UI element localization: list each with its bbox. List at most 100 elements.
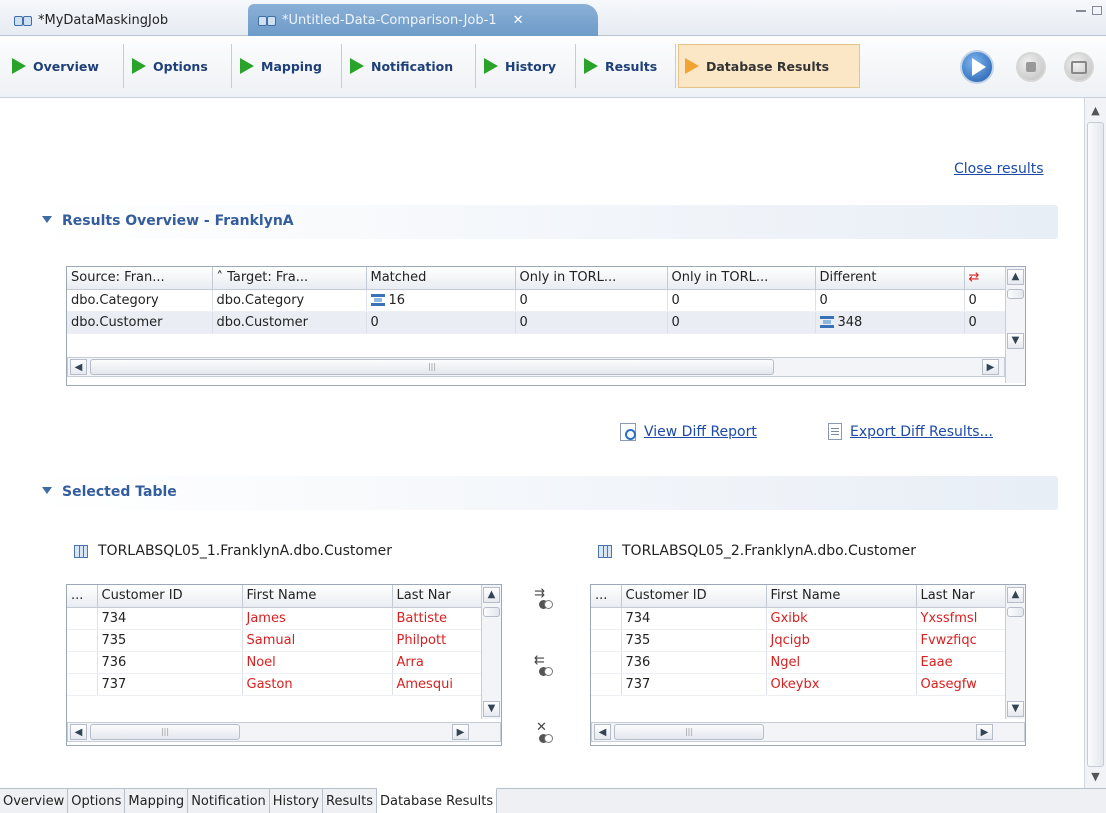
minimize-icon[interactable] [1076, 10, 1086, 12]
table-cell: Battiste [392, 607, 484, 630]
editor-tab-masking-job[interactable]: *MyDataMaskingJob [4, 4, 240, 36]
col-header[interactable]: Customer ID [621, 585, 767, 608]
scroll-thumb[interactable] [1087, 122, 1104, 767]
close-icon[interactable]: ✕ [513, 13, 524, 28]
table-cell: dbo.Customer [67, 311, 213, 334]
tab-notification[interactable]: Notification [344, 44, 476, 88]
table-cell [67, 673, 98, 696]
run-button[interactable] [960, 50, 994, 84]
col-header[interactable]: ... [591, 585, 622, 608]
bottom-tab-history[interactable]: History [270, 789, 324, 813]
scroll-up-icon[interactable]: ▲ [483, 587, 500, 603]
stop-button[interactable] [1016, 52, 1046, 82]
scroll-up-icon[interactable]: ▲ [1087, 102, 1104, 119]
scroll-right-icon[interactable]: ▶ [452, 724, 469, 740]
table-row[interactable]: 736 Ngel Eaae [591, 651, 1008, 674]
scroll-thumb[interactable] [483, 607, 500, 617]
tab-options[interactable]: Options [126, 44, 232, 88]
col-header[interactable]: First Name [766, 585, 917, 608]
table-row[interactable]: 735 Samual Philpott [67, 629, 484, 652]
col-header[interactable]: Last Nar [392, 585, 484, 608]
close-results-link[interactable]: Close results [954, 161, 1044, 177]
table-cell: 0 [964, 311, 1008, 334]
table-cell: Arra [392, 651, 484, 674]
col-header-sorted[interactable]: ˄ Target: Fra... [212, 267, 367, 290]
collapse-caret-icon[interactable] [42, 216, 52, 223]
bottom-tab-results[interactable]: Results [323, 789, 377, 813]
table-row[interactable]: 734 Gxibk Yxssfmsl [591, 607, 1008, 630]
scroll-left-icon[interactable]: ◀ [594, 724, 611, 740]
table-vscroll[interactable]: ▲ ▼ [481, 585, 501, 719]
table-vscroll[interactable]: ▲ ▼ [1005, 585, 1025, 719]
tab-results[interactable]: Results [578, 44, 676, 88]
table-row[interactable]: 734 James Battiste [67, 607, 484, 630]
table-row[interactable]: 736 Noel Arra [67, 651, 484, 674]
scroll-right-icon[interactable]: ▶ [976, 724, 993, 740]
col-header-icon[interactable]: ⇄ [964, 267, 1008, 290]
tab-history[interactable]: History [478, 44, 576, 88]
table-row[interactable]: dbo.Customer dbo.Customer 0 0 0 348 0 [67, 311, 1008, 334]
console-button[interactable] [1064, 52, 1094, 82]
scroll-up-icon[interactable]: ▲ [1007, 587, 1024, 603]
table-vscroll[interactable]: ▲ ▼ [1005, 267, 1025, 383]
selected-table-header[interactable]: Selected Table [34, 476, 1058, 510]
table-hscroll[interactable]: ◀ ||| ▶ [67, 722, 501, 742]
scroll-thumb[interactable]: ||| [90, 724, 240, 740]
scroll-down-icon[interactable]: ▼ [1087, 768, 1104, 785]
scroll-up-icon[interactable]: ▲ [1007, 269, 1024, 285]
scroll-thumb[interactable] [1007, 289, 1024, 299]
editor-tab-comparison-job[interactable]: *Untitled-Data-Comparison-Job-1 ✕ [248, 4, 598, 36]
table-row[interactable]: dbo.Category dbo.Category 16 0 0 0 0 [67, 289, 1008, 312]
scroll-left-icon[interactable]: ◀ [70, 359, 87, 375]
col-header[interactable]: Different [815, 267, 965, 290]
results-overview-header[interactable]: Results Overview - FranklynA [34, 205, 1058, 239]
table-row[interactable]: 737 Gaston Amesqui [67, 673, 484, 696]
col-header[interactable]: Source: Fran... [67, 267, 213, 290]
scroll-right-icon[interactable]: ▶ [982, 359, 999, 375]
bottom-tab-overview[interactable]: Overview [0, 789, 69, 813]
col-header[interactable]: Only in TORL... [667, 267, 816, 290]
bottom-tab-options[interactable]: Options [68, 789, 126, 813]
collapse-caret-icon[interactable] [42, 487, 52, 494]
col-header[interactable]: Only in TORL... [515, 267, 668, 290]
scroll-left-icon[interactable]: ◀ [70, 724, 87, 740]
target-data-table: ... Customer ID First Name Last Nar 734 G… [590, 584, 1026, 746]
tab-database-results[interactable]: Database Results [678, 44, 860, 88]
tab-mapping[interactable]: Mapping [234, 44, 342, 88]
scroll-thumb[interactable] [1007, 607, 1024, 617]
col-header[interactable]: ... [67, 585, 98, 608]
table-row[interactable]: 735 Jqcigb Fvwzfiqc [591, 629, 1008, 652]
bottom-tab-database-results[interactable]: Database Results [376, 788, 498, 813]
table-cell: James [242, 607, 393, 630]
table-row[interactable]: 737 Okeybx Oasegfw [591, 673, 1008, 696]
previous-difference-icon[interactable]: ⇇ [530, 653, 553, 677]
main-scrollbar[interactable]: ▲ ▼ [1084, 98, 1106, 788]
scroll-down-icon[interactable]: ▼ [1007, 701, 1024, 717]
col-header[interactable]: First Name [242, 585, 393, 608]
next-difference-icon[interactable]: ⇉ [530, 586, 553, 610]
scroll-thumb[interactable]: ||| [90, 359, 774, 375]
col-header[interactable]: Last Nar [916, 585, 1008, 608]
bottom-tab-mapping[interactable]: Mapping [125, 789, 189, 813]
view-diff-report-link[interactable]: View Diff Report [620, 423, 757, 441]
table-label-text: TORLABSQL05_2.FranklynA.dbo.Customer [622, 543, 916, 559]
table-cell [67, 629, 98, 652]
scroll-down-icon[interactable]: ▼ [483, 701, 500, 717]
col-header[interactable]: Customer ID [97, 585, 243, 608]
scroll-thumb[interactable]: ||| [614, 724, 764, 740]
job-icon [258, 13, 276, 27]
table-hscroll[interactable]: ◀ ||| ▶ [67, 357, 1005, 377]
ignore-difference-icon[interactable]: ✕ [530, 720, 553, 744]
play-arrow-icon [685, 58, 699, 74]
tab-label: Results [605, 58, 658, 74]
maximize-icon[interactable] [1092, 6, 1102, 15]
col-header[interactable]: Matched [366, 267, 516, 290]
bottom-tab-notification[interactable]: Notification [188, 789, 270, 813]
table-hscroll[interactable]: ◀ ||| ▶ [591, 722, 1025, 742]
table-cell: 0 [964, 289, 1008, 312]
export-diff-results-link[interactable]: Export Diff Results... [828, 423, 993, 440]
play-arrow-icon [484, 58, 498, 74]
tab-overview[interactable]: Overview [6, 44, 124, 88]
table-cell [67, 651, 98, 674]
scroll-down-icon[interactable]: ▼ [1007, 333, 1024, 349]
